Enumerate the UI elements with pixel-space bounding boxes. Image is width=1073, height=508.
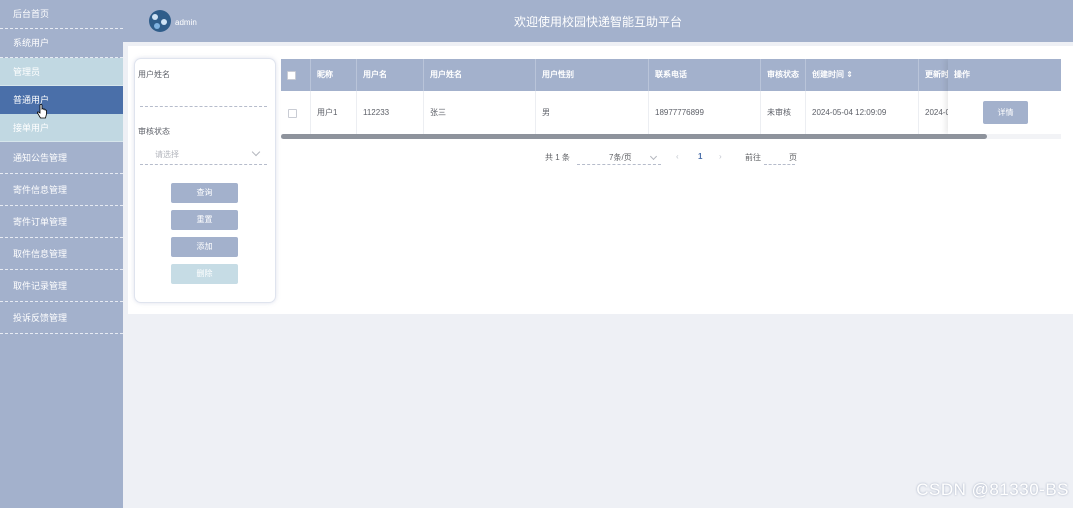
sidebar-item-notices[interactable]: 通知公告管理 [0, 142, 123, 174]
sidebar-item-normal-users[interactable]: 普通用户 [0, 86, 123, 114]
total-count: 共 1 条 [545, 153, 570, 162]
add-button[interactable]: 添加 [171, 237, 238, 257]
page-unit-label: 页 [789, 153, 797, 162]
cell-username: 112233 [357, 91, 424, 134]
header-select-all [281, 59, 311, 91]
query-button[interactable]: 查询 [171, 183, 238, 203]
column-header: 审核状态 [761, 59, 806, 91]
status-select-underline [140, 164, 267, 165]
goto-label: 前往 [745, 153, 761, 162]
column-header: 操作 [948, 59, 1061, 91]
cell-name: 张三 [424, 91, 536, 134]
sidebar-item-send-orders[interactable]: 寄件订单管理 [0, 206, 123, 238]
current-page[interactable]: 1 [698, 152, 702, 161]
sortable-column-header[interactable]: 创建时间 ⇕ [806, 59, 919, 91]
scrollbar-thumb[interactable] [281, 134, 987, 139]
page-size-underline [577, 164, 661, 165]
prev-page-button[interactable]: ‹ [676, 152, 679, 161]
top-header: admin 欢迎使用校园快递智能互助平台 [123, 0, 1073, 42]
column-header: 昵称 [311, 59, 357, 91]
cell-phone: 18977776899 [649, 91, 761, 134]
detail-button[interactable]: 详情 [983, 101, 1028, 124]
column-header: 联系电话 [649, 59, 761, 91]
page-size-select[interactable]: 7条/页 [609, 152, 632, 163]
column-header: 用户姓名 [424, 59, 536, 91]
table-header: 昵称 用户名 用户姓名 用户性别 联系电话 审核状态 创建时间 ⇕ 更新时 [281, 59, 1061, 91]
sidebar-item-courier-users[interactable]: 接单用户 [0, 114, 123, 142]
goto-page-underline [764, 164, 795, 165]
search-form: 用户姓名 审核状态 请选择 查询 重置 添加 删除 [134, 58, 276, 303]
status-field-label: 审核状态 [138, 127, 170, 136]
sidebar-item-admin[interactable]: 管理员 [0, 58, 123, 86]
status-select[interactable]: 请选择 [155, 149, 179, 160]
name-field-label: 用户姓名 [138, 70, 170, 79]
column-header: 用户名 [357, 59, 424, 91]
cell-status: 未审核 [761, 91, 806, 134]
column-header: 用户性别 [536, 59, 649, 91]
cell-gender: 男 [536, 91, 649, 134]
sidebar-item-send-info[interactable]: 寄件信息管理 [0, 174, 123, 206]
cell-created: 2024-05-04 12:09:09 [806, 91, 919, 134]
select-all-checkbox[interactable] [287, 71, 296, 80]
next-page-button[interactable]: › [719, 152, 722, 161]
sidebar-item-pickup-info[interactable]: 取件信息管理 [0, 238, 123, 270]
sidebar-item-system-users[interactable]: 系统用户 [0, 29, 123, 58]
reset-button[interactable]: 重置 [171, 210, 238, 230]
name-input[interactable] [140, 106, 267, 107]
users-table: 昵称 用户名 用户姓名 用户性别 联系电话 审核状态 创建时间 ⇕ 更新时 用户… [281, 59, 1061, 134]
watermark: CSDN @81330-BS [916, 480, 1069, 499]
cell-nickname: 用户1 [311, 91, 357, 134]
horizontal-scrollbar[interactable] [281, 134, 1061, 139]
fixed-action-column: 操作 详情 [948, 59, 1061, 134]
hand-cursor-icon [36, 104, 47, 119]
sidebar-item-complaints[interactable]: 投诉反馈管理 [0, 302, 123, 334]
sidebar: 后台首页 系统用户 管理员 普通用户 接单用户 通知公告管理 寄件信息管理 寄件… [0, 0, 123, 508]
chevron-down-icon[interactable] [251, 147, 261, 157]
delete-button[interactable]: 删除 [171, 264, 238, 284]
page-title: 欢迎使用校园快递智能互助平台 [513, 15, 682, 29]
row-checkbox[interactable] [288, 109, 297, 118]
sidebar-item-home[interactable]: 后台首页 [0, 0, 123, 29]
sidebar-item-pickup-records[interactable]: 取件记录管理 [0, 270, 123, 302]
